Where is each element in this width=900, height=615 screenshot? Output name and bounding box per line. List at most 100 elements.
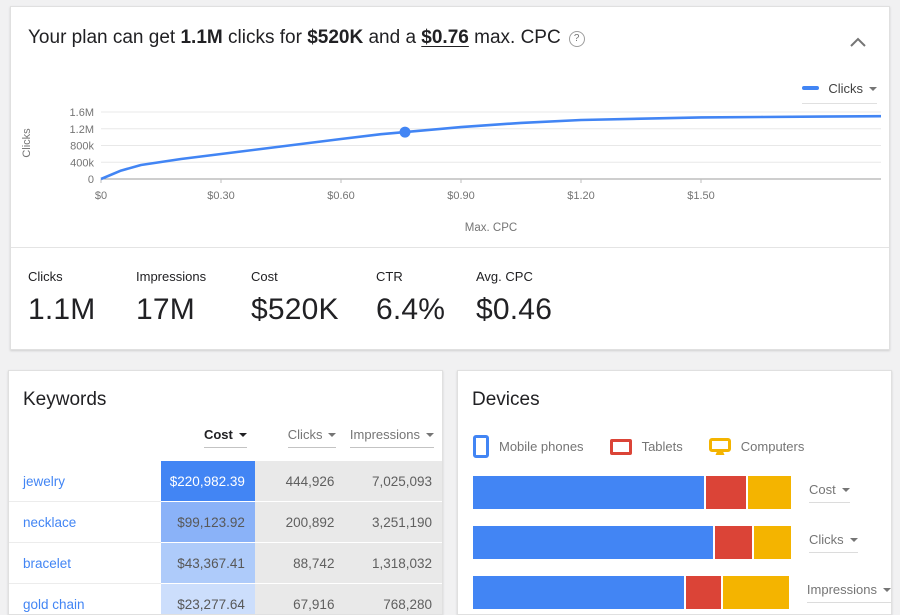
metric-label: Cost (251, 269, 376, 284)
x-tick-label: $1.50 (687, 190, 715, 202)
dropdown-label: Clicks (809, 532, 844, 547)
clicks-cell: 88,742 (255, 543, 345, 584)
sort-chevron-down-icon (239, 433, 247, 437)
collapse-panel-chevron-up-icon[interactable] (849, 35, 867, 53)
computer-segment (754, 526, 791, 559)
forecast-card: Your plan can get 1.1M clicks for $520K … (10, 6, 890, 350)
keyword-cell: necklace (9, 502, 161, 543)
table-row: gold chain $23,277.6467,916768,280 (9, 584, 442, 615)
device-bars: Cost Clicks Impressions (473, 476, 891, 609)
table-row: bracelet $43,367.4188,7421,318,032 (9, 543, 442, 584)
column-header-label: Cost (204, 427, 233, 442)
help-icon[interactable]: ? (569, 31, 585, 47)
dropdown-label: Cost (809, 482, 836, 497)
cost-cell: $220,982.39 (161, 461, 255, 502)
forecast-headline: Your plan can get 1.1M clicks for $520K … (28, 27, 585, 49)
metric-cost: Cost $520K (251, 269, 376, 327)
mobile-segment (473, 576, 684, 609)
clicks-cell: 67,916 (255, 584, 345, 615)
chevron-down-icon (869, 87, 877, 91)
device-stacked-bar (473, 526, 791, 559)
keyword-link[interactable]: jewelry (23, 474, 65, 489)
sort-button-clicks[interactable]: Clicks (288, 427, 337, 448)
sort-button-cost[interactable]: Cost (204, 427, 247, 448)
metric-value: 6.4% (376, 293, 476, 327)
cost-cell: $43,367.41 (161, 543, 255, 584)
headline-text: Your plan can get (28, 27, 180, 48)
column-header-clicks: Clicks (255, 427, 345, 448)
metric-ctr: CTR 6.4% (376, 269, 476, 327)
chart-metric-dropdown[interactable]: Clicks (802, 81, 877, 104)
x-tick-label: $1.20 (567, 190, 595, 202)
mobile-segment (473, 526, 713, 559)
legend-item-computer: Computers (709, 438, 805, 456)
impressions-cell: 768,280 (344, 584, 442, 615)
device-bar-row-cost: Cost (473, 476, 891, 509)
keywords-table-body: jewelry$220,982.39444,9267,025,093neckla… (9, 461, 442, 615)
x-tick-label: $0 (95, 190, 107, 202)
cost-metric-dropdown[interactable]: Cost (809, 482, 850, 503)
impressions-cell: 7,025,093 (344, 461, 442, 502)
metric-value: $0.46 (476, 293, 596, 327)
metric-label: Avg. CPC (476, 269, 596, 284)
legend-item-mobile: Mobile phones (473, 435, 584, 458)
clicks-curve (101, 116, 881, 179)
metric-label: Clicks (28, 269, 136, 284)
forecast-metrics-row: Clicks1.1MImpressions 17MCost $520KCTR 6.4%… (28, 269, 596, 327)
metric-label: CTR (376, 269, 476, 284)
cost-cell: $99,123.92 (161, 502, 255, 543)
y-tick-label: 0 (88, 174, 94, 186)
computer-icon (709, 438, 731, 456)
keyword-cell: gold chain (9, 584, 161, 615)
chevron-down-icon (883, 588, 891, 592)
headline-cost-value: $520K (307, 27, 363, 48)
impressions-cell: 1,318,032 (344, 543, 442, 584)
column-header-impressions: Impressions (344, 427, 442, 448)
computer-segment (723, 576, 789, 609)
cpc-marker-handle[interactable] (400, 127, 411, 138)
clicks-cell: 200,892 (255, 502, 345, 543)
impressions-metric-dropdown[interactable]: Impressions (807, 582, 891, 603)
sort-button-impressions[interactable]: Impressions (350, 427, 434, 448)
metric-impressions: Impressions 17M (136, 269, 251, 327)
card-divider (11, 247, 889, 248)
sort-chevron-down-icon (426, 433, 434, 437)
clicks-forecast-chart: 0400k800k1.2M1.6M$0$0.30$0.60$0.90$1.20$… (11, 102, 891, 242)
x-axis-title: Max. CPC (465, 222, 517, 234)
x-tick-label: $0.60 (327, 190, 355, 202)
keyword-link[interactable]: bracelet (23, 556, 71, 571)
column-header-label: Clicks (288, 427, 323, 442)
metric-value: $520K (251, 293, 376, 327)
device-stacked-bar (473, 476, 791, 509)
tablet-segment (686, 576, 722, 609)
table-row: necklace $99,123.92200,8923,251,190 (9, 502, 442, 543)
clicks-series-swatch (802, 86, 819, 90)
sort-chevron-down-icon (328, 433, 336, 437)
keywords-panel: Keywords Cost Clicks Impressions jewelry $2… (8, 370, 443, 615)
impressions-cell: 3,251,190 (344, 502, 442, 543)
keyword-link[interactable]: gold chain (23, 597, 85, 612)
devices-panel: Devices Mobile phones Tablets Computers … (457, 370, 892, 615)
tablet-icon (610, 439, 632, 455)
cost-cell: $23,277.64 (161, 584, 255, 615)
x-tick-label: $0.30 (207, 190, 235, 202)
metric-label: Impressions (136, 269, 251, 284)
keyword-cell: jewelry (9, 461, 161, 502)
x-tick-label: $0.90 (447, 190, 475, 202)
mobile-phone-icon (473, 435, 489, 458)
tablet-segment (715, 526, 751, 559)
keyword-cell: bracelet (9, 543, 161, 584)
y-tick-label: 400k (70, 157, 94, 169)
keywords-table-header: Cost Clicks Impressions (9, 427, 442, 461)
clicks-metric-dropdown[interactable]: Clicks (809, 532, 858, 553)
metric-clicks: Clicks1.1M (28, 269, 136, 327)
keywords-panel-title: Keywords (23, 389, 442, 411)
clicks-cell: 444,926 (255, 461, 345, 502)
y-tick-label: 800k (70, 141, 94, 153)
chart-metric-label: Clicks (828, 81, 863, 96)
metric-value: 17M (136, 293, 251, 327)
y-tick-label: 1.2M (70, 124, 94, 136)
devices-panel-title: Devices (472, 389, 891, 411)
keyword-link[interactable]: necklace (23, 515, 76, 530)
legend-item-tablet: Tablets (610, 439, 683, 455)
